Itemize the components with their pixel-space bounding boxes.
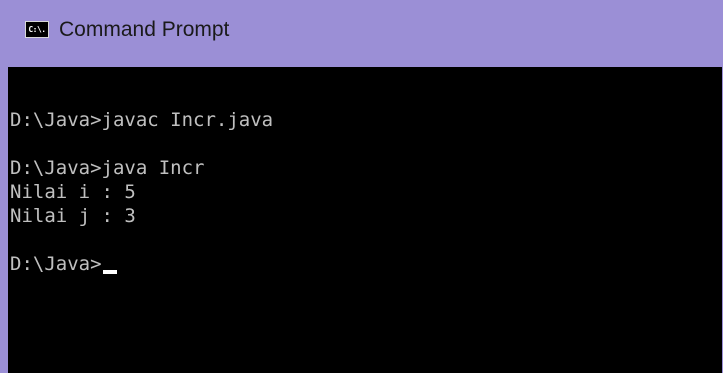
console-line: Nilai i : 5: [10, 181, 136, 203]
console-output[interactable]: D:\Java>javac Incr.java D:\Java>java Inc…: [8, 67, 722, 373]
console-prompt-line[interactable]: D:\Java>: [10, 252, 722, 276]
command-prompt-icon-label: C:\.: [28, 24, 46, 34]
window-title: Command Prompt: [59, 17, 230, 41]
console-line: Nilai j : 3: [10, 205, 136, 227]
console-line: D:\Java>java Incr: [10, 157, 205, 179]
console-prompt: D:\Java>: [10, 253, 102, 275]
command-prompt-icon[interactable]: C:\.: [25, 21, 49, 38]
command-prompt-window: C:\. Command Prompt D:\Java>javac Incr.j…: [0, 0, 723, 373]
console-line: D:\Java>javac Incr.java: [10, 109, 274, 131]
text-cursor: [102, 270, 117, 274]
title-bar[interactable]: C:\. Command Prompt: [8, 0, 722, 67]
